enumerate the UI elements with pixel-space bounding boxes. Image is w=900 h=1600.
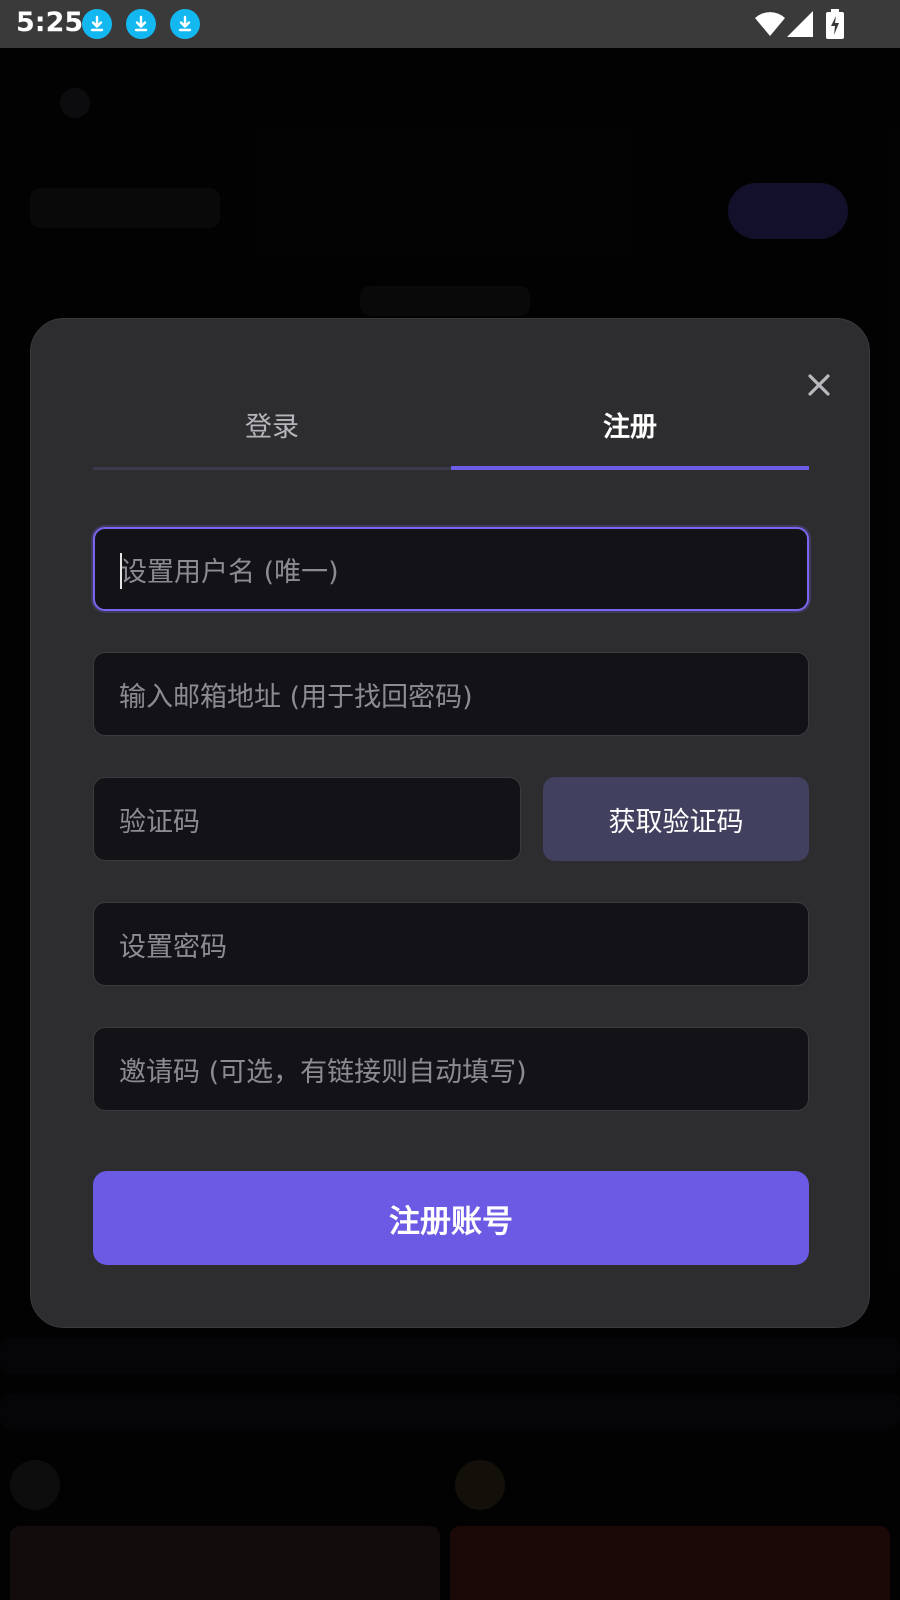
status-time: 5:25: [16, 7, 84, 38]
invite-code-placeholder: 邀请码 (可选，有链接则自动填写): [119, 1056, 527, 1088]
tab-divider: [93, 467, 451, 470]
status-bar: 5:25: [0, 0, 900, 48]
download-icon: [126, 9, 156, 39]
invite-code-input[interactable]: 邀请码 (可选，有链接则自动填写): [93, 1027, 809, 1111]
verification-code-placeholder: 验证码: [119, 806, 200, 838]
username-placeholder: 设置用户名 (唯一): [120, 556, 339, 588]
register-button[interactable]: 注册账号: [93, 1171, 809, 1265]
password-input[interactable]: 设置密码: [93, 902, 809, 986]
password-placeholder: 设置密码: [119, 931, 227, 963]
verification-code-input[interactable]: 验证码: [93, 777, 521, 861]
email-input[interactable]: 输入邮箱地址 (用于找回密码): [93, 652, 809, 736]
download-icon: [170, 9, 200, 39]
tab-login[interactable]: 登录: [93, 379, 451, 469]
active-tab-indicator: [451, 466, 809, 470]
signal-icon: [786, 10, 814, 42]
auth-tabs: 登录 注册: [93, 379, 809, 470]
battery-charging-icon: [826, 9, 844, 43]
download-icon: [82, 9, 112, 39]
get-code-button[interactable]: 获取验证码: [543, 777, 809, 861]
username-input[interactable]: 设置用户名 (唯一): [93, 527, 809, 611]
register-modal: 登录 注册 设置用户名 (唯一) 输入邮箱地址 (用于找回密码) 验证码 获取验…: [30, 318, 870, 1328]
text-caret: [120, 553, 122, 589]
wifi-icon: [754, 9, 786, 41]
tab-register[interactable]: 注册: [451, 379, 809, 469]
email-placeholder: 输入邮箱地址 (用于找回密码): [119, 681, 473, 713]
